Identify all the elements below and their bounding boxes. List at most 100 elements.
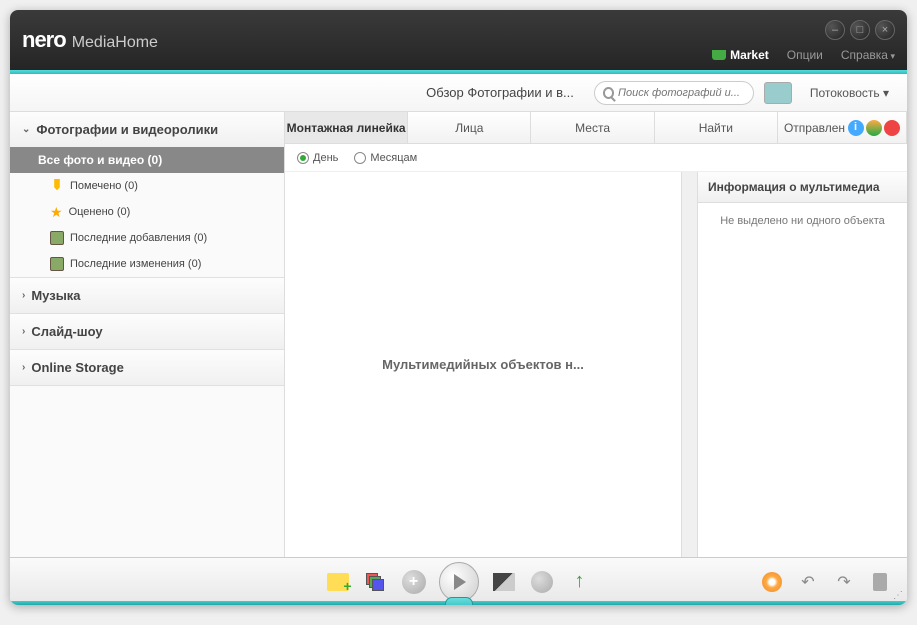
info-panel-body: Не выделено ни одного объекта bbox=[698, 203, 907, 239]
stack-icon bbox=[366, 573, 386, 591]
product-text: MediaHome bbox=[72, 34, 158, 52]
basket-icon bbox=[712, 50, 726, 60]
sidebar-header-online[interactable]: › Online Storage bbox=[10, 350, 284, 385]
app-window: nero MediaHome – □ × Market Опции Справк… bbox=[10, 10, 907, 605]
chevron-right-icon: › bbox=[22, 290, 25, 301]
search-box[interactable] bbox=[594, 81, 754, 105]
sidebar-item-recent-changed[interactable]: Последние изменения (0) bbox=[10, 251, 284, 277]
pin-icon[interactable] bbox=[884, 120, 900, 136]
toolbar: Обзор Фотографии и в... Потоковость ▾ bbox=[10, 74, 907, 112]
market-label: Market bbox=[730, 48, 769, 62]
section-label: Слайд-шоу bbox=[31, 324, 102, 339]
display-button[interactable] bbox=[764, 82, 792, 104]
sidebar-header-photos[interactable]: ⌄ Фотографии и видеоролики bbox=[10, 112, 284, 147]
radio-label: День bbox=[313, 152, 338, 164]
info-panel: Информация о мультимедиа Не выделено ни … bbox=[697, 172, 907, 557]
sidebar-header-slideshow[interactable]: › Слайд-шоу bbox=[10, 314, 284, 349]
recent-icon bbox=[50, 257, 64, 271]
item-label: Последние добавления (0) bbox=[70, 232, 207, 244]
titlebar: nero MediaHome – □ × Market Опции Справк… bbox=[10, 10, 907, 70]
recent-icon bbox=[50, 231, 64, 245]
canvas: Мультимедийных объектов н... bbox=[285, 172, 681, 557]
burn-button[interactable] bbox=[759, 569, 785, 595]
person-icon[interactable] bbox=[866, 120, 882, 136]
section-label: Фотографии и видеоролики bbox=[36, 122, 218, 137]
bottombar-right: ↶ ↷ bbox=[759, 569, 893, 595]
effects-button[interactable] bbox=[491, 569, 517, 595]
info-icon[interactable] bbox=[848, 120, 864, 136]
tab-icons bbox=[848, 120, 900, 136]
search-icon bbox=[603, 87, 614, 99]
brand-text: nero bbox=[22, 27, 66, 53]
undo-button[interactable]: ↶ bbox=[795, 569, 821, 595]
sidebar-item-flagged[interactable]: Помечено (0) bbox=[10, 173, 284, 199]
sidebar-section-online: › Online Storage bbox=[10, 350, 284, 386]
radio-checked-icon bbox=[297, 152, 309, 164]
stack-button[interactable] bbox=[363, 569, 389, 595]
plus-icon: + bbox=[402, 570, 426, 594]
streaming-dropdown[interactable]: Потоковость ▾ bbox=[802, 82, 897, 104]
sidebar-section-slideshow: › Слайд-шоу bbox=[10, 314, 284, 350]
add-button[interactable]: + bbox=[401, 569, 427, 595]
radio-month[interactable]: Месяцам bbox=[354, 152, 417, 164]
item-label: Все фото и видео (0) bbox=[38, 153, 162, 167]
content-area: ⌄ Фотографии и видеоролики Все фото и ви… bbox=[10, 112, 907, 557]
menubar: Market Опции Справка bbox=[712, 48, 895, 62]
minimize-button[interactable]: – bbox=[825, 20, 845, 40]
tab-find[interactable]: Найти bbox=[655, 112, 778, 143]
globe-button[interactable] bbox=[529, 569, 555, 595]
scrollbar[interactable] bbox=[681, 172, 697, 557]
tab-timeline[interactable]: Монтажная линейка bbox=[285, 112, 408, 143]
radio-label: Месяцам bbox=[370, 152, 417, 164]
redo-icon: ↷ bbox=[837, 572, 850, 592]
chevron-right-icon: › bbox=[22, 362, 25, 373]
slider-thumb[interactable] bbox=[445, 597, 473, 605]
sidebar-section-photos: ⌄ Фотографии и видеоролики Все фото и ви… bbox=[10, 112, 284, 278]
menu-options[interactable]: Опции bbox=[787, 48, 823, 62]
effects-icon bbox=[493, 573, 515, 591]
sidebar-item-all[interactable]: Все фото и видео (0) bbox=[10, 147, 284, 173]
add-folder-button[interactable] bbox=[325, 569, 351, 595]
play-button[interactable] bbox=[439, 562, 479, 602]
globe-icon bbox=[531, 571, 553, 593]
tabs: Монтажная линейка Лица Места Найти Отпра… bbox=[285, 112, 907, 144]
sidebar-header-music[interactable]: › Музыка bbox=[10, 278, 284, 313]
tab-places[interactable]: Места bbox=[531, 112, 654, 143]
section-label: Музыка bbox=[31, 288, 80, 303]
arrow-up-icon: ↑ bbox=[575, 570, 585, 593]
flag-icon bbox=[50, 179, 64, 193]
resize-grip[interactable]: ⋰ bbox=[893, 590, 903, 601]
info-panel-title: Информация о мультимедиа bbox=[698, 172, 907, 203]
main-area: Монтажная линейка Лица Места Найти Отпра… bbox=[285, 112, 907, 557]
radio-unchecked-icon bbox=[354, 152, 366, 164]
maximize-button[interactable]: □ bbox=[850, 20, 870, 40]
breadcrumb: Обзор Фотографии и в... bbox=[426, 85, 574, 100]
delete-button[interactable] bbox=[867, 569, 893, 595]
section-label: Online Storage bbox=[31, 360, 123, 375]
sidebar-section-music: › Музыка bbox=[10, 278, 284, 314]
folder-plus-icon bbox=[327, 573, 349, 591]
sidebar-item-recent-added[interactable]: Последние добавления (0) bbox=[10, 225, 284, 251]
star-icon: ★ bbox=[50, 205, 63, 219]
slider-track[interactable] bbox=[10, 601, 907, 605]
menu-help[interactable]: Справка bbox=[841, 48, 895, 62]
bottombar-center: + ↑ bbox=[325, 562, 593, 602]
upload-button[interactable]: ↑ bbox=[567, 569, 593, 595]
search-input[interactable] bbox=[618, 87, 745, 99]
market-link[interactable]: Market bbox=[712, 48, 769, 62]
trash-icon bbox=[873, 573, 887, 591]
filter-row: День Месяцам bbox=[285, 144, 907, 172]
sidebar-item-rated[interactable]: ★ Оценено (0) bbox=[10, 199, 284, 225]
tab-faces[interactable]: Лица bbox=[408, 112, 531, 143]
tab-sent[interactable]: Отправлен bbox=[778, 112, 907, 143]
redo-button[interactable]: ↷ bbox=[831, 569, 857, 595]
item-label: Оценено (0) bbox=[69, 206, 131, 218]
chevron-right-icon: › bbox=[22, 326, 25, 337]
window-controls: – □ × bbox=[825, 20, 895, 40]
undo-icon: ↶ bbox=[801, 572, 814, 592]
radio-day[interactable]: День bbox=[297, 152, 338, 164]
close-button[interactable]: × bbox=[875, 20, 895, 40]
disc-icon bbox=[762, 572, 782, 592]
chevron-down-icon: ⌄ bbox=[22, 124, 30, 135]
empty-message: Мультимедийных объектов н... bbox=[382, 357, 584, 372]
